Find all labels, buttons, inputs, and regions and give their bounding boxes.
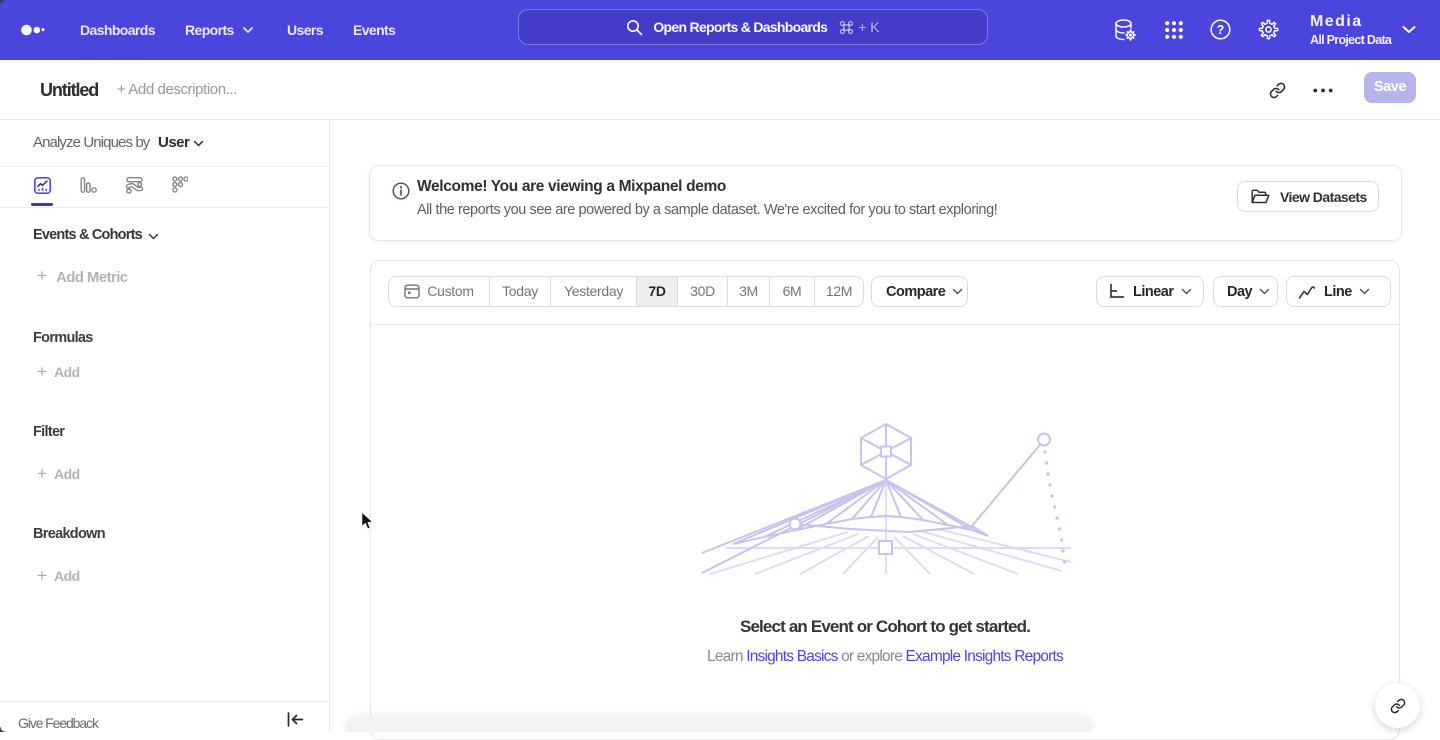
svg-text:?: ? <box>1217 23 1225 37</box>
